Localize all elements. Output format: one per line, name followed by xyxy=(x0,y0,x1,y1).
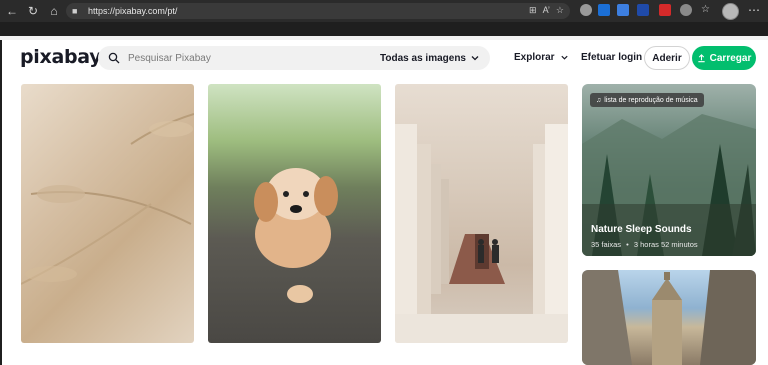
playlist-title[interactable]: Nature Sleep Sounds xyxy=(591,224,692,235)
search-icon xyxy=(108,52,120,64)
explore-menu[interactable]: Explorar xyxy=(514,52,569,63)
address-bar-tools: ⊞ A’ ☆ xyxy=(529,5,564,16)
upload-button[interactable]: Carregar xyxy=(692,46,756,70)
tab-grid-icon[interactable]: ⊞ xyxy=(529,5,537,16)
home-icon[interactable]: ⌂ xyxy=(45,2,63,20)
search-bar[interactable]: Pesquisar Pixabay Todas as imagens xyxy=(98,46,490,70)
photo-city-buildings[interactable] xyxy=(582,270,756,365)
chevron-down-icon[interactable] xyxy=(560,53,569,62)
avatar[interactable] xyxy=(722,3,739,20)
music-note-icon: ♫ xyxy=(596,96,602,104)
puppy-illustration xyxy=(254,168,338,303)
extension-icon[interactable] xyxy=(659,4,671,16)
extension-icon[interactable] xyxy=(598,4,610,16)
read-aloud-icon[interactable]: A’ xyxy=(543,5,550,16)
explore-label[interactable]: Explorar xyxy=(514,52,555,63)
join-button[interactable]: Aderir xyxy=(644,46,690,70)
playlist-track-count: 35 faixas xyxy=(591,240,622,249)
favorite-star-icon[interactable]: ☆ xyxy=(556,5,564,16)
url-text[interactable]: https://pixabay.com/pt/ xyxy=(88,6,177,16)
more-options-icon[interactable]: ⋯ xyxy=(748,3,760,17)
extension-icon[interactable] xyxy=(680,4,692,16)
pixabay-logo[interactable]: pixabay xyxy=(20,46,102,68)
login-link[interactable]: Efetuar login xyxy=(581,52,642,63)
playlist-card[interactable]: ♫ lista de reprodução de música Nature S… xyxy=(582,84,756,256)
playlist-meta: 35 faixas • 3 horas 52 minutos xyxy=(591,240,698,249)
reload-icon[interactable]: ↻ xyxy=(24,2,42,20)
playlist-badge: ♫ lista de reprodução de música xyxy=(590,93,704,107)
back-arrow-icon[interactable]: ← xyxy=(3,2,21,20)
playlist-badge-label: lista de reprodução de música xyxy=(604,96,698,104)
browser-tab-strip xyxy=(0,22,768,36)
search-filter-select[interactable]: Todas as imagens xyxy=(380,53,466,64)
buildings-illustration xyxy=(582,270,756,365)
favorites-icon[interactable]: ☆ xyxy=(701,4,713,16)
arcade-illustration xyxy=(395,124,568,343)
upload-label[interactable]: Carregar xyxy=(710,53,752,64)
photo-puppy[interactable] xyxy=(208,84,381,343)
upload-icon xyxy=(697,53,705,62)
meta-separator: • xyxy=(626,240,629,249)
extension-icon[interactable] xyxy=(617,4,629,16)
search-input[interactable]: Pesquisar Pixabay xyxy=(128,53,380,64)
page-content: pixabay Pesquisar Pixabay Todas as image… xyxy=(2,40,768,365)
photo-arcade-corridor[interactable] xyxy=(395,84,568,343)
address-bar[interactable]: ■ https://pixabay.com/pt/ ⊞ A’ ☆ xyxy=(66,3,570,19)
grass-illustration xyxy=(21,113,194,285)
photo-dry-grass[interactable] xyxy=(21,84,194,343)
chevron-down-icon[interactable] xyxy=(470,53,480,63)
extension-icon[interactable] xyxy=(637,4,649,16)
extension-icon[interactable] xyxy=(580,4,592,16)
playlist-duration: 3 horas 52 minutos xyxy=(633,240,698,249)
lock-icon: ■ xyxy=(72,6,78,16)
